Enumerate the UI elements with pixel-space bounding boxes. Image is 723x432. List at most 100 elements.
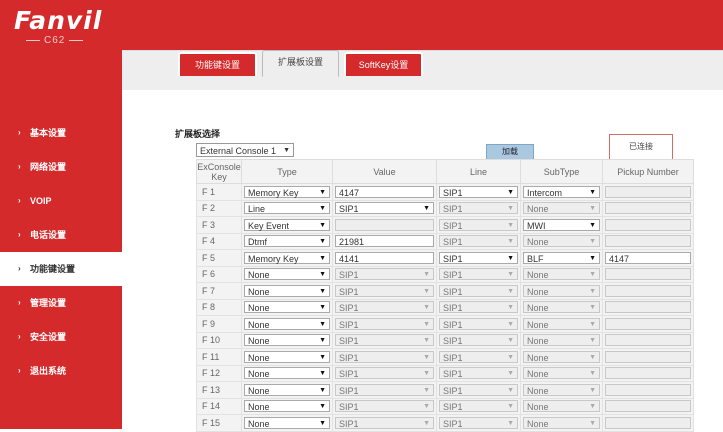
subtype-select[interactable]: None ▼	[523, 334, 600, 347]
dropdown-arrow-icon: ▼	[589, 188, 596, 196]
type-select[interactable]: Memory Key ▼	[244, 185, 330, 198]
sidebar-item-logout[interactable]: › 退出系统	[0, 354, 122, 388]
line-select[interactable]: SIP1 ▼	[439, 301, 518, 314]
type-select[interactable]: None ▼	[244, 383, 330, 396]
subtype-select[interactable]: None ▼	[523, 235, 600, 248]
sidebar-item-voip[interactable]: › VOIP	[0, 184, 122, 218]
subtype-select[interactable]: None ▼	[523, 367, 600, 380]
value-input[interactable]: 21981	[335, 235, 434, 248]
tab-softkey[interactable]: SoftKey设置	[344, 52, 423, 76]
sidebar-item-basic[interactable]: › 基本设置	[0, 116, 122, 150]
pickup-input[interactable]	[605, 235, 691, 248]
type-select[interactable]: Dtmf ▼	[244, 235, 330, 248]
sidebar-item-security[interactable]: › 安全设置	[0, 320, 122, 354]
subtype-select[interactable]: None ▼	[523, 383, 600, 396]
line-select[interactable]: SIP1 ▼	[439, 268, 518, 281]
sidebar-item-phone[interactable]: › 电话设置	[0, 218, 122, 252]
type-select[interactable]: None ▼	[244, 400, 330, 413]
type-select[interactable]: None ▼	[244, 268, 330, 281]
pickup-input[interactable]	[605, 268, 691, 281]
dropdown-arrow-icon: ▼	[319, 254, 326, 262]
subtype-select[interactable]: Intercom ▼	[523, 185, 600, 198]
table-row: F 11 None ▼ SIP1 ▼ SIP1 ▼ None ▼	[196, 348, 694, 366]
value-select[interactable]: SIP1 ▼	[335, 383, 434, 396]
line-select[interactable]: SIP1 ▼	[439, 284, 518, 297]
value-cell: SIP1 ▼	[332, 381, 437, 399]
pickup-input[interactable]	[605, 416, 691, 429]
type-select[interactable]: Key Event ▼	[244, 218, 330, 231]
pickup-input[interactable]	[605, 367, 691, 380]
type-select[interactable]: None ▼	[244, 284, 330, 297]
value-select[interactable]: SIP1 ▼	[335, 350, 434, 363]
type-select[interactable]: None ▼	[244, 367, 330, 380]
pickup-input[interactable]	[605, 301, 691, 314]
line-select[interactable]: SIP1 ▼	[439, 317, 518, 330]
value-select[interactable]: SIP1 ▼	[335, 367, 434, 380]
subtype-select[interactable]: None ▼	[523, 202, 600, 215]
value-select[interactable]: SIP1 ▼	[335, 400, 434, 413]
line-select[interactable]: SIP1 ▼	[439, 251, 518, 264]
sidebar-item-management[interactable]: › 管理设置	[0, 286, 122, 320]
dropdown-arrow-icon: ▼	[589, 386, 596, 394]
type-select[interactable]: None ▼	[244, 350, 330, 363]
line-select[interactable]: SIP1 ▼	[439, 202, 518, 215]
type-select-value: Key Event	[248, 220, 290, 231]
subtype-select[interactable]: None ▼	[523, 268, 600, 281]
line-select[interactable]: SIP1 ▼	[439, 400, 518, 413]
sidebar-item-network[interactable]: › 网络设置	[0, 150, 122, 184]
dropdown-arrow-icon: ▼	[589, 337, 596, 345]
line-select[interactable]: SIP1 ▼	[439, 218, 518, 231]
value-select[interactable]: SIP1 ▼	[335, 317, 434, 330]
sidebar-item-function-keys[interactable]: › 功能键设置	[0, 252, 130, 286]
type-select[interactable]: None ▼	[244, 416, 330, 429]
load-button[interactable]: 加载	[486, 144, 534, 160]
value-select[interactable]: SIP1 ▼	[335, 268, 434, 281]
tab-expansion-board[interactable]: 扩展板设置	[262, 50, 339, 77]
subtype-select-value: None	[527, 402, 549, 413]
value-input[interactable]	[335, 218, 434, 231]
pickup-input[interactable]	[605, 284, 691, 297]
pickup-input[interactable]	[605, 202, 691, 215]
type-select[interactable]: None ▼	[244, 317, 330, 330]
pickup-input[interactable]: 4147	[605, 251, 691, 264]
value-select[interactable]: SIP1 ▼	[335, 334, 434, 347]
subtype-select[interactable]: None ▼	[523, 317, 600, 330]
pickup-input[interactable]	[605, 185, 691, 198]
pickup-input[interactable]	[605, 350, 691, 363]
type-select[interactable]: None ▼	[244, 334, 330, 347]
subtype-select[interactable]: None ▼	[523, 301, 600, 314]
line-select[interactable]: SIP1 ▼	[439, 367, 518, 380]
pickup-input[interactable]	[605, 218, 691, 231]
subtype-select[interactable]: None ▼	[523, 350, 600, 363]
pickup-input[interactable]	[605, 317, 691, 330]
console-select[interactable]: External Console 1 ▼	[196, 143, 294, 157]
subtype-select[interactable]: MWI ▼	[523, 218, 600, 231]
dropdown-arrow-icon: ▼	[507, 271, 514, 279]
value-select[interactable]: SIP1 ▼	[335, 202, 434, 215]
pickup-input[interactable]	[605, 400, 691, 413]
subtype-select[interactable]: None ▼	[523, 284, 600, 297]
line-select[interactable]: SIP1 ▼	[439, 416, 518, 429]
line-select[interactable]: SIP1 ▼	[439, 185, 518, 198]
pickup-input[interactable]	[605, 334, 691, 347]
type-select[interactable]: Line ▼	[244, 202, 330, 215]
line-select[interactable]: SIP1 ▼	[439, 334, 518, 347]
subtype-select[interactable]: BLF ▼	[523, 251, 600, 264]
type-select[interactable]: None ▼	[244, 301, 330, 314]
line-select[interactable]: SIP1 ▼	[439, 235, 518, 248]
value-input[interactable]: 4147	[335, 185, 434, 198]
value-select[interactable]: SIP1 ▼	[335, 416, 434, 429]
pickup-input[interactable]	[605, 383, 691, 396]
dropdown-arrow-icon: ▼	[507, 370, 514, 378]
tab-function-keys[interactable]: 功能键设置	[178, 52, 257, 76]
line-select[interactable]: SIP1 ▼	[439, 383, 518, 396]
value-select[interactable]: SIP1 ▼	[335, 301, 434, 314]
line-select[interactable]: SIP1 ▼	[439, 350, 518, 363]
subtype-select[interactable]: None ▼	[523, 416, 600, 429]
subtype-select[interactable]: None ▼	[523, 400, 600, 413]
value-select[interactable]: SIP1 ▼	[335, 284, 434, 297]
sidebar-item-label: 管理设置	[30, 298, 67, 308]
value-input[interactable]: 4141	[335, 251, 434, 264]
dropdown-arrow-icon: ▼	[319, 287, 326, 295]
type-select[interactable]: Memory Key ▼	[244, 251, 330, 264]
